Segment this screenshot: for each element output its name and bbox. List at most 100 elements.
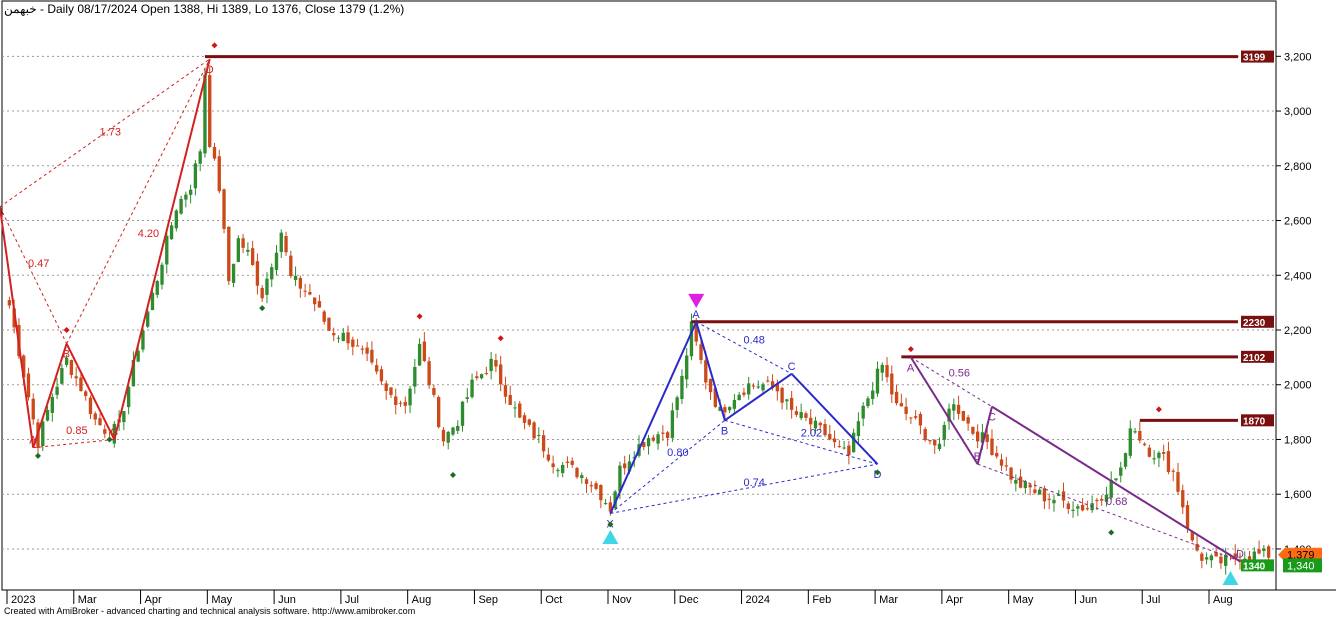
candle-body (265, 278, 269, 295)
candle (708, 378, 713, 401)
candle-body (904, 406, 908, 414)
candle (446, 430, 450, 450)
candle (828, 424, 832, 441)
candle (208, 66, 212, 148)
candle-body (847, 445, 851, 456)
candle (1033, 480, 1037, 495)
candle-body (518, 403, 522, 418)
candle-body (890, 373, 894, 395)
candle (789, 390, 794, 419)
candle (417, 338, 422, 366)
candle-body (374, 365, 379, 372)
x-tick-label: Nov (612, 594, 632, 606)
candle-body (971, 426, 975, 434)
candle (761, 382, 765, 393)
candle-body (670, 410, 675, 438)
candle-body (990, 438, 994, 455)
pivot-high-marker (907, 346, 914, 353)
candle (918, 411, 923, 435)
candle (1004, 456, 1008, 471)
candle-body (1095, 499, 1099, 502)
candle (866, 396, 870, 409)
candle (1076, 504, 1080, 517)
support-level: 1340 1,340 (1241, 558, 1322, 573)
candle (875, 361, 880, 397)
candle (742, 387, 746, 398)
candle-body (351, 339, 355, 347)
candle-body (322, 311, 326, 322)
candle-body (198, 151, 202, 164)
candle (1066, 501, 1070, 514)
candle-body (1219, 556, 1223, 564)
x-tick-label: Oct (545, 594, 562, 606)
candle (169, 221, 174, 240)
x-tick-label: Jul (1146, 594, 1160, 606)
candle (293, 266, 298, 287)
candle-body (1247, 556, 1252, 560)
pattern-ratio-label: 0.68 (1106, 496, 1127, 508)
candle (441, 427, 446, 447)
candle-body (747, 383, 751, 395)
candle-body (1076, 506, 1080, 509)
candle (646, 434, 651, 455)
pattern-ratio-line (910, 356, 993, 408)
candle-body (122, 411, 126, 423)
candle-body (1152, 458, 1156, 460)
candle-body (60, 368, 64, 384)
candle-body (804, 413, 808, 418)
candle-body (1047, 498, 1051, 500)
candle-body (961, 411, 966, 421)
candle (231, 263, 236, 288)
candle (589, 481, 593, 493)
candle-body (165, 235, 169, 265)
candle (322, 309, 326, 325)
candle-body (441, 429, 446, 442)
candle (594, 481, 598, 491)
candle-body (499, 364, 503, 385)
candle (355, 338, 360, 347)
candle-body (384, 383, 388, 392)
candle (751, 383, 756, 390)
candle-body (93, 413, 97, 420)
candle (665, 430, 670, 447)
pattern-ratio-label: 1.73 (100, 127, 121, 139)
pattern-leg (991, 405, 1241, 563)
pattern-ratio-line (33, 438, 115, 449)
candle (1114, 478, 1118, 482)
candle (1204, 552, 1209, 565)
candle (1037, 487, 1042, 495)
pattern-point-label: A (29, 435, 37, 447)
candle-body (751, 385, 756, 387)
candle (522, 412, 527, 430)
candle-body (389, 387, 393, 395)
candle (370, 341, 374, 365)
candle-body (74, 376, 78, 379)
candle (470, 373, 474, 399)
candle-body (7, 300, 12, 306)
candle-body (985, 434, 989, 443)
candle (1209, 553, 1214, 568)
pattern-ratio-line (66, 58, 211, 344)
candle-body (179, 198, 183, 214)
x-tick-label: Mar (78, 594, 97, 606)
candle (499, 355, 503, 392)
candle-body (866, 398, 870, 407)
candle (999, 453, 1004, 471)
candle (360, 345, 365, 355)
candle (1147, 444, 1152, 458)
candle-body (1257, 549, 1261, 554)
candle-body (623, 463, 627, 469)
candle (1014, 474, 1018, 492)
y-tick-label: 2,000 (1284, 380, 1312, 392)
candle (1181, 484, 1185, 514)
buy-arrow-marker (1222, 571, 1239, 586)
candle (928, 439, 932, 445)
candle (899, 393, 904, 407)
candle-body (871, 390, 875, 399)
candle-body (50, 396, 54, 413)
candle-body (995, 452, 999, 457)
candle-body (513, 407, 517, 409)
pivot-high-marker (416, 313, 423, 320)
candle-body (723, 407, 727, 413)
candle-body (818, 422, 822, 426)
